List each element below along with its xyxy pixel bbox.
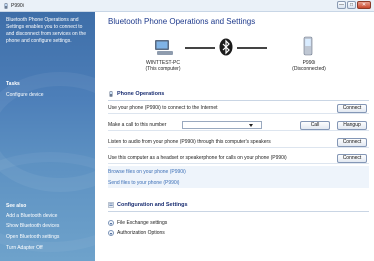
call-row-label: Make a call to this number bbox=[108, 122, 167, 128]
turn-adapter-off-link[interactable]: Turn Adapter Off bbox=[6, 245, 43, 251]
add-bluetooth-device-link[interactable]: Add a Bluetooth device bbox=[6, 213, 57, 219]
browse-files-row[interactable]: Browse files on your phone (P990i) bbox=[108, 166, 369, 177]
window-title: P990i bbox=[11, 3, 24, 9]
headset-row: Use this computer as a headset or speake… bbox=[108, 153, 369, 164]
window-controls: — □ ✕ bbox=[337, 1, 371, 9]
authorization-label[interactable]: Authorization Options bbox=[117, 230, 165, 236]
tasks-heading: Tasks bbox=[6, 81, 20, 87]
minimize-button[interactable]: — bbox=[337, 1, 346, 9]
configuration-title: Configuration and Settings bbox=[117, 202, 188, 208]
authorization-expander[interactable]: Authorization Options bbox=[108, 230, 165, 236]
file-exchange-label[interactable]: File Exchange settings bbox=[117, 220, 167, 226]
internet-row-label: Use your phone (P990i) to connect to the… bbox=[108, 105, 218, 111]
phone-operations-heading: Phone Operations bbox=[108, 91, 164, 97]
phone-operations-icon bbox=[109, 91, 113, 97]
listen-connect-button[interactable]: Connect bbox=[337, 138, 367, 147]
listen-row: Listen to audio from your phone (P990i) … bbox=[108, 137, 369, 148]
configure-device-link[interactable]: Configure device bbox=[6, 92, 44, 98]
open-bluetooth-settings-link[interactable]: Open Bluetooth settings bbox=[6, 234, 59, 240]
connection-line-left bbox=[185, 47, 215, 49]
close-button[interactable]: ✕ bbox=[357, 1, 371, 9]
main-panel: Bluetooth Phone Operations and Settings … bbox=[95, 12, 374, 261]
phone-operations-title: Phone Operations bbox=[117, 91, 165, 97]
browse-files-link[interactable]: Browse files on your phone (P990i) bbox=[108, 169, 186, 175]
hangup-button[interactable]: Hangup bbox=[337, 121, 367, 130]
see-also-heading: See also bbox=[6, 203, 27, 209]
connection-diagram: WINTTEST-PC (This computer) P990i (Disco… bbox=[95, 12, 374, 82]
chevron-down-icon[interactable] bbox=[108, 220, 114, 226]
headset-connect-button[interactable]: Connect bbox=[337, 154, 367, 163]
chevron-down-icon[interactable] bbox=[108, 230, 114, 236]
window-titlebar: P990i — □ ✕ bbox=[0, 0, 374, 12]
phone-operations-divider bbox=[108, 100, 369, 101]
phone-number-combobox[interactable] bbox=[182, 121, 262, 129]
app-icon bbox=[4, 3, 8, 9]
internet-row: Use your phone (P990i) to connect to the… bbox=[108, 103, 369, 114]
maximize-button[interactable]: □ bbox=[347, 1, 356, 9]
phone-label: P990i (Disconnected) bbox=[281, 60, 337, 72]
computer-role: (This computer) bbox=[145, 66, 181, 72]
connection-line-right bbox=[237, 47, 267, 49]
phone-status: (Disconnected) bbox=[292, 66, 326, 72]
file-exchange-expander[interactable]: File Exchange settings bbox=[108, 220, 167, 226]
computer-label: WINTTEST-PC (This computer) bbox=[135, 60, 191, 72]
chevron-down-icon[interactable] bbox=[249, 124, 253, 127]
configuration-icon bbox=[108, 202, 114, 208]
bluetooth-icon bbox=[219, 38, 233, 56]
phone-icon bbox=[303, 36, 313, 56]
internet-connect-button[interactable]: Connect bbox=[337, 104, 367, 113]
send-files-row[interactable]: Send files to your phone (P990i) bbox=[108, 177, 369, 188]
configuration-divider bbox=[108, 211, 369, 212]
show-bluetooth-devices-link[interactable]: Show Bluetooth devices bbox=[6, 223, 59, 229]
sidebar-description: Bluetooth Phone Operations and Settings … bbox=[6, 17, 87, 44]
listen-row-label: Listen to audio from your phone (P990i) … bbox=[108, 139, 271, 145]
sidebar: Bluetooth Phone Operations and Settings … bbox=[0, 12, 95, 261]
send-files-link[interactable]: Send files to your phone (P990i) bbox=[108, 180, 179, 186]
configuration-heading: Configuration and Settings bbox=[108, 202, 188, 208]
call-button[interactable]: Call bbox=[300, 121, 330, 130]
computer-icon bbox=[155, 40, 173, 55]
headset-row-label: Use this computer as a headset or speake… bbox=[108, 155, 287, 161]
